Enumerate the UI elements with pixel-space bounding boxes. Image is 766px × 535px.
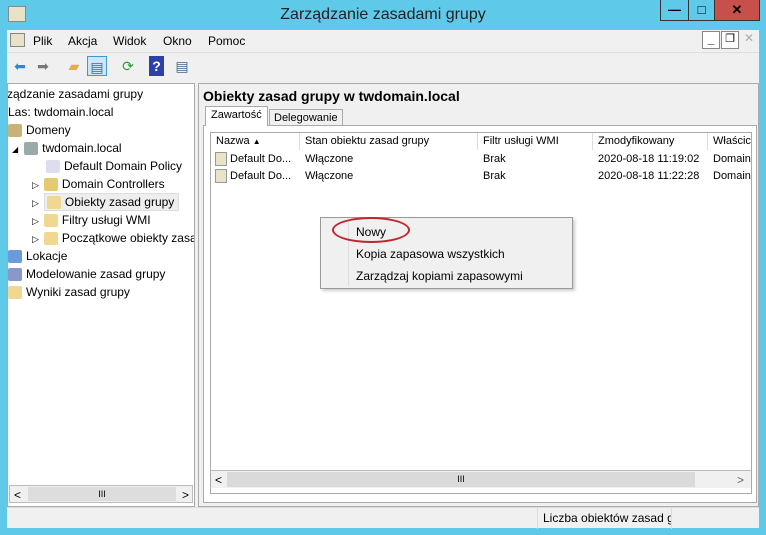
inner-close-button[interactable]: ✕: [740, 31, 758, 49]
tree-default-domain-policy[interactable]: Default Domain Policy: [46, 159, 182, 174]
cell-owner: Domain Admins: [713, 153, 751, 165]
col-wlasciciel[interactable]: Właściciel: [708, 133, 751, 150]
sort-ascending-icon: ▲: [252, 137, 261, 146]
tree-wmi-filters[interactable]: ▷ Filtry usługi WMI: [32, 213, 151, 228]
scroll-right-icon[interactable]: >: [737, 473, 744, 487]
page-title: Obiekty zasad grupy w twdomain.local: [203, 88, 460, 104]
list-horizontal-scrollbar[interactable]: < III >: [211, 470, 751, 488]
cell-status: Włączone: [305, 170, 354, 182]
gpo-link-icon: [46, 160, 60, 174]
inner-minimize-button[interactable]: _: [702, 31, 720, 49]
tree-domain[interactable]: ◢ twdomain.local: [12, 141, 122, 156]
expand-icon[interactable]: ▷: [32, 234, 39, 244]
close-button[interactable]: ✕: [714, 0, 760, 21]
tree-sites[interactable]: Lokacje: [8, 249, 67, 264]
expand-icon[interactable]: ▷: [32, 216, 39, 226]
cell-name: Default Do...: [230, 170, 292, 182]
status-text: Liczba obiektów zasad grupy: 2: [537, 508, 672, 529]
expand-icon[interactable]: ▷: [32, 198, 39, 208]
tab-zawartosc[interactable]: Zawartość: [205, 106, 268, 126]
tree-modeling[interactable]: Modelowanie zasad grupy: [8, 267, 165, 282]
tree-domain-controllers[interactable]: ▷ Domain Controllers: [32, 177, 165, 192]
cell-filter: Brak: [483, 153, 506, 165]
doc-icon: [10, 33, 25, 47]
table-row[interactable]: Default Do... Włączone Brak 2020-08-18 1…: [211, 151, 751, 168]
tree-horizontal-scrollbar[interactable]: < III >: [9, 485, 193, 503]
menu-item-backup-all[interactable]: Kopia zapasowa wszystkich: [356, 247, 505, 261]
domain-icon: [24, 142, 39, 156]
up-folder-icon[interactable]: ▰: [64, 56, 84, 76]
navigation-tree: ządzanie zasadami grupy Las: twdomain.lo…: [7, 83, 195, 507]
menu-okno[interactable]: Okno: [163, 34, 192, 48]
folder-icon: [46, 196, 61, 210]
expand-icon[interactable]: ▷: [32, 180, 39, 190]
tree-root[interactable]: ządzanie zasadami grupy: [8, 87, 143, 101]
app-icon: [8, 6, 26, 22]
scroll-right-icon[interactable]: >: [182, 488, 189, 502]
scroll-thumb[interactable]: III: [28, 487, 176, 501]
scroll-thumb[interactable]: III: [227, 472, 695, 487]
forward-arrow-icon[interactable]: ➡: [33, 56, 53, 76]
scroll-left-icon[interactable]: <: [215, 473, 222, 487]
minimize-button[interactable]: —: [660, 0, 689, 21]
menu-item-manage-backups[interactable]: Zarządzaj kopiami zapasowymi: [356, 269, 523, 283]
cell-modified: 2020-08-18 11:22:28: [598, 170, 700, 182]
modeling-icon: [8, 268, 22, 282]
cell-owner: Domain Admins: [713, 170, 751, 182]
ou-icon: [43, 178, 58, 192]
gpo-icon: [215, 152, 227, 166]
content-pane: Obiekty zasad grupy w twdomain.local Zaw…: [198, 83, 759, 507]
menu-akcja[interactable]: Akcja: [68, 34, 97, 48]
gpo-icon: [215, 169, 227, 183]
col-filtr[interactable]: Filtr usługi WMI: [478, 133, 593, 150]
cell-filter: Brak: [483, 170, 506, 182]
status-bar: Liczba obiektów zasad grupy: 2: [7, 507, 759, 529]
tree-domains[interactable]: Domeny: [8, 123, 71, 138]
show-hide-tree-icon[interactable]: ▤: [87, 56, 107, 76]
tree-forest[interactable]: Las: twdomain.local: [8, 105, 113, 119]
results-icon: [8, 286, 22, 300]
domains-icon: [8, 124, 22, 138]
col-zmodyfikowany[interactable]: Zmodyfikowany: [593, 133, 708, 150]
cell-modified: 2020-08-18 11:19:02: [598, 153, 700, 165]
action-pane-icon[interactable]: ▤: [172, 56, 192, 76]
scroll-left-icon[interactable]: <: [14, 488, 21, 502]
col-stan[interactable]: Stan obiektu zasad grupy: [300, 133, 478, 150]
window-title: Zarządzanie zasadami grupy: [280, 6, 486, 23]
inner-restore-button[interactable]: ❐: [721, 31, 739, 49]
sites-icon: [8, 250, 22, 264]
menu-pomoc[interactable]: Pomoc: [208, 34, 245, 48]
collapse-icon[interactable]: ◢: [12, 145, 18, 154]
maximize-button[interactable]: □: [688, 0, 715, 21]
gpo-list: Nazwa ▲ Stan obiektu zasad grupy Filtr u…: [210, 132, 752, 494]
back-arrow-icon[interactable]: ⬅: [10, 56, 30, 76]
col-nazwa[interactable]: Nazwa ▲: [211, 133, 300, 150]
tree-results[interactable]: Wyniki zasad grupy: [8, 285, 130, 300]
menu-widok[interactable]: Widok: [113, 34, 146, 48]
help-icon[interactable]: ?: [149, 56, 164, 76]
table-row[interactable]: Default Do... Włączone Brak 2020-08-18 1…: [211, 168, 751, 185]
filter-folder-icon: [43, 214, 58, 228]
menu-plik[interactable]: Plik: [33, 34, 52, 48]
cell-name: Default Do...: [230, 153, 292, 165]
starter-folder-icon: [43, 232, 58, 246]
refresh-icon[interactable]: ⟳: [118, 56, 138, 76]
tab-delegowanie[interactable]: Delegowanie: [269, 109, 343, 126]
cell-status: Włączone: [305, 153, 354, 165]
highlight-ellipse: [332, 217, 410, 243]
tree-gpo-objects[interactable]: ▷ Obiekty zasad grupy: [32, 193, 180, 211]
tree-starter-gpos[interactable]: ▷Początkowe obiekty zasad grupy: [32, 231, 194, 246]
